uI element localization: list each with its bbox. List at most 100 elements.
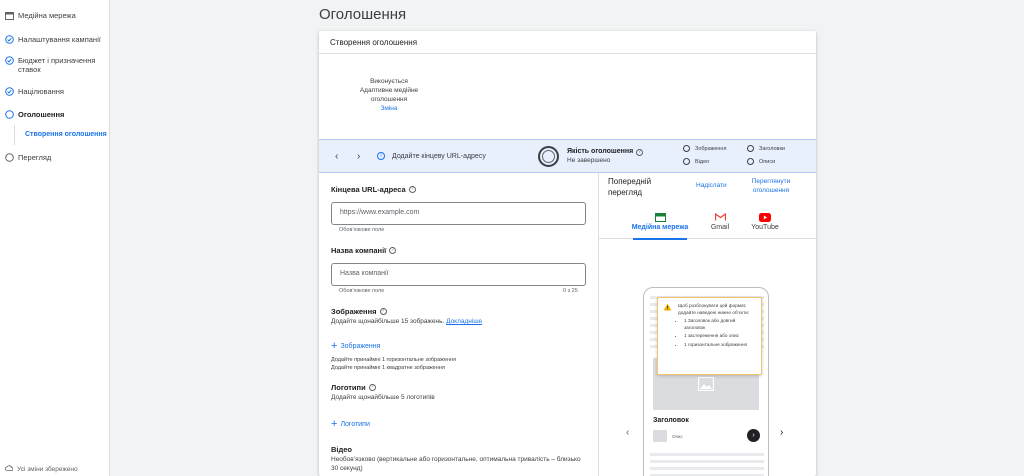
add-logos-button[interactable]: + Логотипи bbox=[331, 418, 370, 430]
sidebar-item-targeting[interactable]: Націлювання bbox=[5, 87, 64, 96]
sidebar-item-label: Перегляд bbox=[18, 153, 52, 162]
sidebar-item-label: Налаштування кампанії bbox=[18, 35, 101, 44]
check-label: Відео bbox=[695, 158, 710, 165]
ad-quality-bar: ‹ › i Додайте кінцеву URL-адресу Якість … bbox=[319, 139, 816, 173]
tab-label: YouTube bbox=[751, 224, 779, 231]
display-network-icon bbox=[5, 11, 14, 20]
learn-more-link[interactable]: Докладніше bbox=[446, 318, 482, 325]
plus-icon: + bbox=[331, 340, 338, 352]
sidebar-item-label: Медійна мережа bbox=[18, 11, 76, 20]
logos-description: Додайте щонайбільше 5 логотипів bbox=[331, 394, 435, 401]
youtube-icon bbox=[730, 210, 800, 224]
final-url-label-text: Кінцева URL-адреса bbox=[331, 185, 406, 194]
sidebar-item-display-network[interactable]: Медійна мережа bbox=[5, 11, 76, 20]
sidebar-subitem-create-ad[interactable]: Створення оголошення bbox=[25, 131, 107, 138]
tab-youtube[interactable]: YouTube bbox=[730, 209, 800, 239]
quality-status: Не завершено bbox=[567, 157, 611, 164]
warning-item: 1 Заголовок або довгий заголовок bbox=[684, 318, 756, 331]
placeholder-stripe bbox=[650, 460, 764, 463]
check-video: Відео bbox=[683, 158, 709, 165]
ad-type-line1: Виконується bbox=[370, 78, 408, 85]
ad-headline-preview: Заголовок bbox=[653, 417, 689, 424]
images-label-text: Зображення bbox=[331, 307, 377, 316]
circle-icon bbox=[683, 158, 690, 165]
check-descriptions: Описи bbox=[747, 158, 775, 165]
sidebar-item-ads[interactable]: Оголошення bbox=[5, 110, 64, 119]
sidebar-item-label: Оголошення bbox=[18, 110, 65, 119]
view-ads-link[interactable]: Переглянути оголошення bbox=[749, 177, 793, 195]
quality-title: Якість оголошення? bbox=[567, 148, 644, 156]
final-url-label: Кінцева URL-адреса? bbox=[331, 185, 416, 194]
warning-item: 1 застереження або опис bbox=[684, 333, 756, 340]
circle-icon bbox=[5, 110, 14, 119]
sub-item-line bbox=[14, 125, 15, 145]
help-icon[interactable]: ? bbox=[368, 384, 376, 391]
images-desc-text: Додайте щонайбільше 15 зображень. bbox=[331, 318, 445, 325]
circle-icon bbox=[747, 158, 754, 165]
ad-form: Кінцева URL-адреса? https://www.example.… bbox=[319, 173, 598, 476]
images-label: Зображення? bbox=[331, 307, 387, 316]
images-requirement-1: Додайте принаймні 1 горизонтальне зображ… bbox=[331, 357, 456, 363]
final-url-input[interactable]: https://www.example.com bbox=[331, 202, 586, 225]
sidebar-item-label: Бюджет і призначення ставок bbox=[18, 56, 96, 74]
chevron-right-icon[interactable]: › bbox=[357, 151, 360, 162]
help-icon[interactable]: ? bbox=[389, 247, 397, 254]
add-images-button[interactable]: + Зображення bbox=[331, 340, 381, 352]
logos-label: Логотипи? bbox=[331, 383, 376, 392]
company-name-label-text: Назва компанії bbox=[331, 246, 387, 255]
image-icon bbox=[698, 377, 714, 391]
add-logos-label: Логотипи bbox=[340, 420, 370, 428]
tab-label: Медійна мережа bbox=[631, 224, 689, 231]
page-title: Оголошення bbox=[319, 6, 407, 23]
cloud-done-icon bbox=[4, 465, 14, 473]
placeholder-stripe bbox=[650, 453, 764, 456]
company-name-label: Назва компанії? bbox=[331, 246, 397, 255]
video-description: Необов’язково (вертикальне або горизонта… bbox=[331, 456, 581, 472]
ad-type-line2: Адаптивне медійне оголошення bbox=[359, 87, 419, 103]
check-label: Описи bbox=[759, 158, 776, 165]
warning-intro: Щоб розблокувати цей формат, додайте нав… bbox=[678, 303, 750, 315]
check-headlines: Заголовки bbox=[747, 145, 785, 152]
info-icon: i bbox=[377, 152, 385, 160]
check-label: Заголовки bbox=[759, 145, 785, 152]
chevron-left-icon[interactable]: ‹ bbox=[335, 151, 338, 162]
quality-hint: i Додайте кінцеву URL-адресу bbox=[377, 152, 486, 160]
ad-description-preview: Опис bbox=[672, 434, 683, 439]
warning-list: 1 Заголовок або довгий заголовок 1 засте… bbox=[684, 318, 756, 348]
carousel-next-icon[interactable]: › bbox=[780, 427, 783, 438]
help-icon[interactable]: ? bbox=[408, 186, 416, 193]
save-status: Усі зміни збережено bbox=[4, 465, 78, 473]
check-circle-icon bbox=[5, 56, 14, 65]
check-circle-icon bbox=[5, 87, 14, 96]
video-label: Відео bbox=[331, 445, 353, 454]
plus-icon: + bbox=[331, 418, 338, 430]
unlock-format-warning: Щоб розблокувати цей формат, додайте нав… bbox=[657, 297, 762, 375]
quality-ring-icon bbox=[538, 146, 559, 167]
help-icon[interactable]: ? bbox=[636, 149, 644, 156]
send-preview-link[interactable]: Надіслати bbox=[696, 181, 727, 190]
carousel-prev-icon[interactable]: ‹ bbox=[626, 427, 629, 438]
circle-icon bbox=[683, 145, 690, 152]
logos-label-text: Логотипи bbox=[331, 383, 366, 392]
company-name-input[interactable]: Назва компанії bbox=[331, 263, 586, 286]
quality-hint-text: Додайте кінцеву URL-адресу bbox=[392, 152, 486, 160]
placeholder-stripe bbox=[650, 467, 764, 470]
create-ad-card: Створення оголошення Виконується Адаптив… bbox=[319, 31, 816, 476]
help-icon[interactable]: ? bbox=[379, 308, 387, 315]
sidebar-item-label: Націлювання bbox=[18, 87, 64, 96]
warning-icon bbox=[663, 303, 672, 314]
sidebar-item-budget[interactable]: Бюджет і призначення ставок bbox=[5, 56, 105, 74]
preview-tabs: Медійна мережа Gmail YouTube bbox=[599, 209, 816, 240]
quality-title-text: Якість оголошення bbox=[567, 148, 634, 155]
company-name-counter: 0 з 25 bbox=[563, 288, 578, 294]
images-requirement-2: Додайте принаймні 1 квадратне зображення bbox=[331, 365, 445, 371]
add-images-label: Зображення bbox=[340, 342, 381, 350]
sidebar-item-review[interactable]: Перегляд bbox=[5, 153, 51, 162]
circle-icon bbox=[5, 153, 14, 162]
check-label: Зображення bbox=[695, 145, 727, 152]
change-ad-type-link[interactable]: Зміна bbox=[349, 104, 429, 113]
preview-title: Попередній перегляд bbox=[608, 177, 652, 197]
circle-icon bbox=[747, 145, 754, 152]
check-circle-icon bbox=[5, 35, 14, 44]
sidebar-item-campaign-settings[interactable]: Налаштування кампанії bbox=[5, 35, 101, 44]
